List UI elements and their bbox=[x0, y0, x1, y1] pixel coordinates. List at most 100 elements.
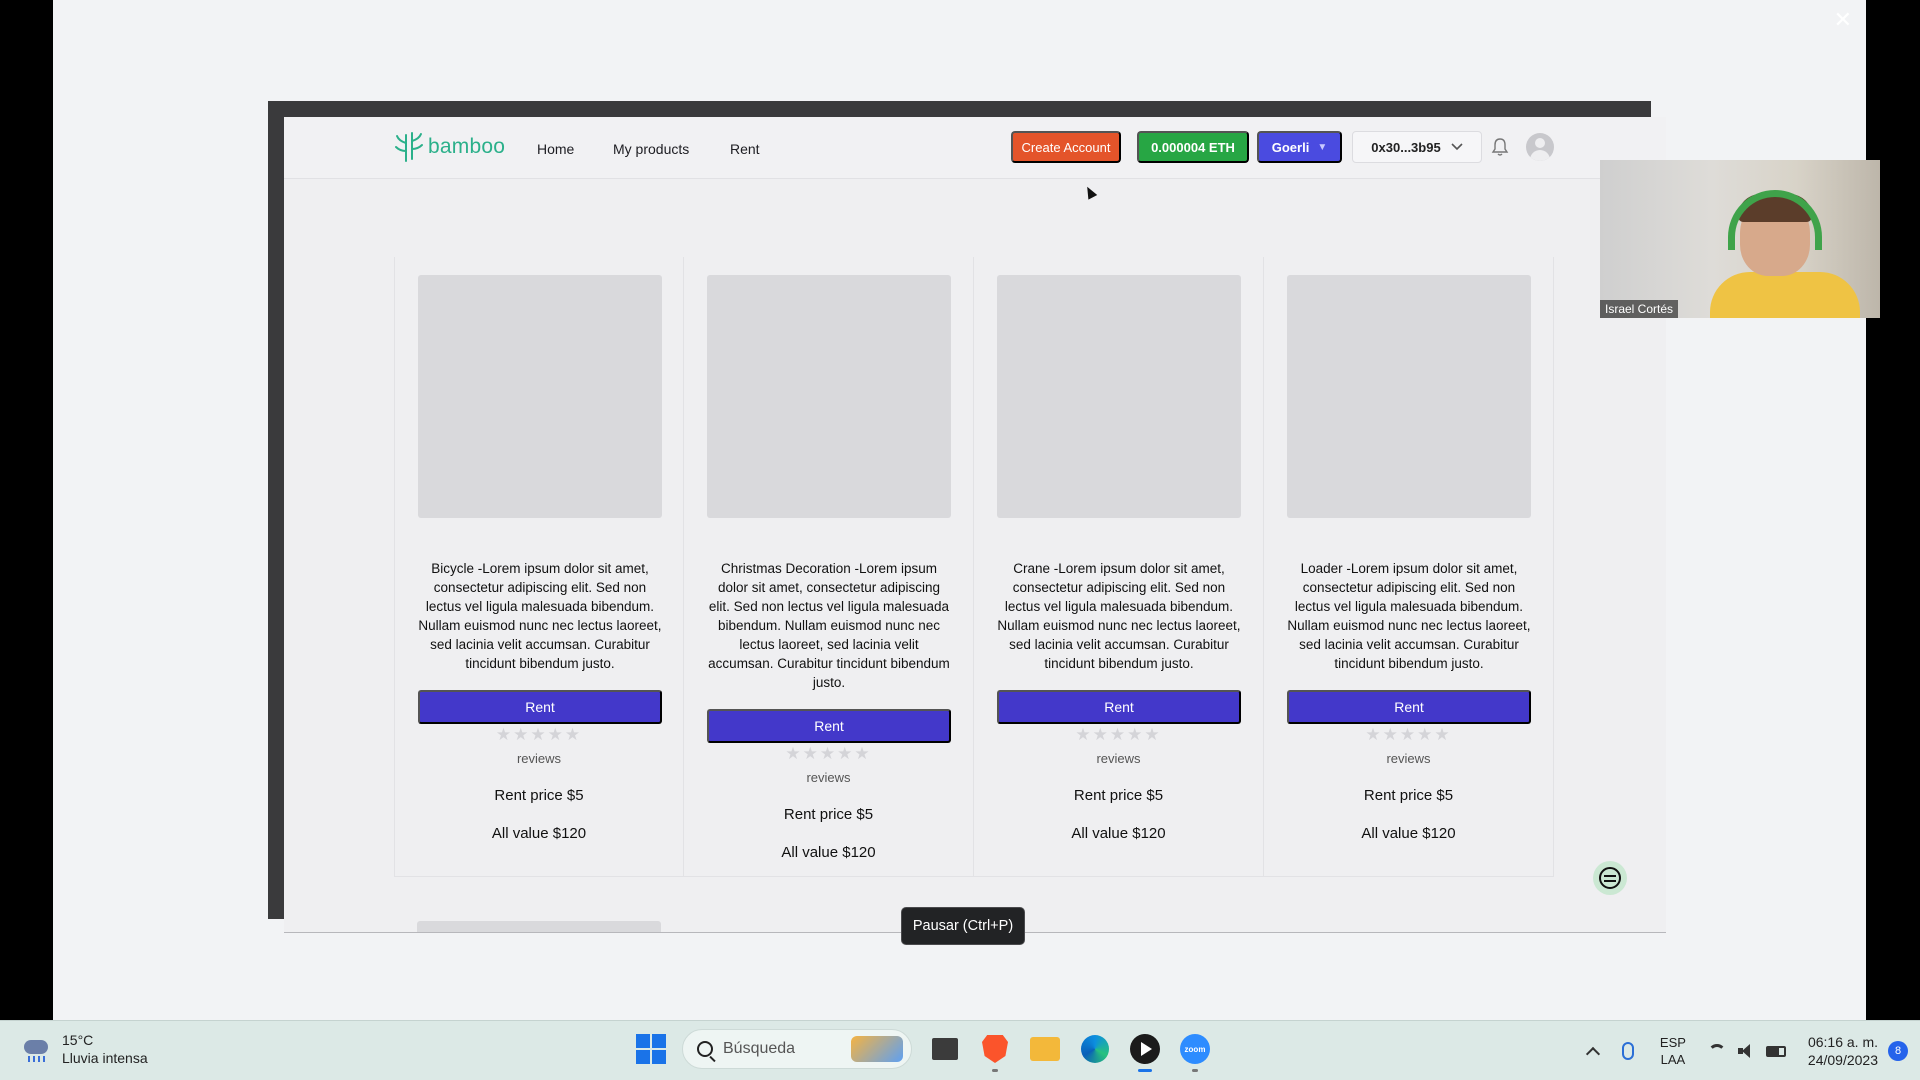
rent-button[interactable]: Rent bbox=[997, 690, 1241, 724]
folder-app[interactable] bbox=[1028, 1032, 1062, 1066]
create-account-button[interactable]: Create Account bbox=[1011, 131, 1121, 163]
language-indicator[interactable]: ESP LAA bbox=[1660, 1034, 1686, 1068]
rent-price: Rent price $5 bbox=[494, 787, 584, 804]
taskbar-search[interactable]: Búsqueda bbox=[682, 1029, 912, 1069]
reviews-label: reviews bbox=[806, 770, 851, 785]
product-image-placeholder[interactable] bbox=[997, 275, 1241, 518]
files-app[interactable] bbox=[928, 1032, 962, 1066]
nav-rent[interactable]: Rent bbox=[730, 141, 760, 157]
chevron-down-icon bbox=[1451, 143, 1463, 151]
weather-widget[interactable]: 15°C Lluvia intensa bbox=[20, 1031, 148, 1067]
notification-badge[interactable]: 8 bbox=[1888, 1041, 1908, 1061]
zoom-app[interactable]: zoom bbox=[1178, 1032, 1212, 1072]
weather-condition: Lluvia intensa bbox=[62, 1050, 148, 1066]
all-value: All value $120 bbox=[491, 825, 587, 842]
folder-icon bbox=[1030, 1037, 1060, 1061]
clock-date: 24/09/2023 bbox=[1807, 1052, 1878, 1068]
language-code: ESP bbox=[1659, 1035, 1686, 1050]
battery-icon bbox=[1765, 1045, 1786, 1057]
menu-circle-icon bbox=[1599, 867, 1621, 889]
chevron-up-icon[interactable] bbox=[1586, 1044, 1600, 1058]
video-viewer: bamboo Home My products Rent Create Acco… bbox=[53, 0, 1880, 1020]
star-rating[interactable]: ★★★★★ bbox=[684, 744, 973, 764]
reviews-label: reviews bbox=[1096, 751, 1141, 766]
product-description: Bicycle -Lorem ipsum dolor sit amet, con… bbox=[418, 561, 662, 671]
participant-video[interactable]: Israel Cortés bbox=[1600, 160, 1880, 318]
eth-balance-button[interactable]: 0.000004 ETH bbox=[1137, 131, 1249, 163]
reviews-label: reviews bbox=[1386, 751, 1431, 766]
screen-frame-top bbox=[268, 101, 1651, 117]
product-image-placeholder[interactable] bbox=[707, 275, 951, 518]
player-icon bbox=[1130, 1034, 1160, 1064]
rain-cloud-icon bbox=[20, 1034, 54, 1064]
headset-icon bbox=[1728, 190, 1822, 250]
logo-text: bamboo bbox=[428, 135, 506, 158]
system-tray: ESP LAA 06:16 a. m. 24/09/2023 8 bbox=[1586, 1021, 1920, 1080]
mouse-cursor bbox=[1082, 184, 1098, 200]
account-selector[interactable]: 0x30...3b95 bbox=[1352, 131, 1482, 163]
product-grid: Bicycle -Lorem ipsum dolor sit amet, con… bbox=[394, 257, 1554, 877]
clock-time: 06:16 a. m. bbox=[1807, 1034, 1878, 1050]
product-description: Crane -Lorem ipsum dolor sit amet, conse… bbox=[997, 561, 1241, 671]
microphone-icon[interactable] bbox=[1621, 1042, 1634, 1060]
nav-home[interactable]: Home bbox=[537, 141, 574, 157]
app-header: bamboo Home My products Rent Create Acco… bbox=[284, 117, 1666, 179]
shared-screen: bamboo Home My products Rent Create Acco… bbox=[284, 117, 1666, 933]
keyboard-layout: LAA bbox=[1660, 1052, 1686, 1067]
nav-my-products[interactable]: My products bbox=[613, 141, 689, 157]
pause-tooltip: Pausar (Ctrl+P) bbox=[901, 907, 1025, 945]
product-card: Loader -Lorem ipsum dolor sit amet, cons… bbox=[1264, 257, 1554, 877]
tray-status-icons[interactable] bbox=[1707, 1044, 1786, 1058]
search-highlight-icon bbox=[851, 1036, 903, 1062]
all-value: All value $120 bbox=[1071, 825, 1166, 842]
close-icon[interactable]: ✕ bbox=[1834, 8, 1852, 33]
network-selector[interactable]: Goerli ▼ bbox=[1257, 131, 1342, 163]
brave-icon bbox=[982, 1035, 1008, 1063]
rent-button[interactable]: Rent bbox=[418, 690, 662, 724]
user-avatar[interactable] bbox=[1526, 133, 1554, 161]
all-value: All value $120 bbox=[781, 844, 876, 861]
rent-price: Rent price $5 bbox=[783, 806, 874, 823]
chat-widget-button[interactable] bbox=[1593, 861, 1627, 895]
next-row-image-placeholder bbox=[417, 921, 661, 932]
bamboo-logo[interactable]: bamboo bbox=[394, 131, 505, 163]
clock[interactable]: 06:16 a. m. 24/09/2023 bbox=[1808, 1033, 1878, 1069]
chevron-down-icon: ▼ bbox=[1317, 141, 1328, 153]
bamboo-logo-icon bbox=[395, 132, 423, 162]
participant-name: Israel Cortés bbox=[1600, 300, 1679, 318]
temperature: 15°C bbox=[62, 1032, 94, 1048]
search-icon bbox=[697, 1041, 713, 1057]
windows-start-icon[interactable] bbox=[636, 1034, 666, 1064]
product-image-placeholder[interactable] bbox=[1287, 275, 1531, 518]
wifi-icon bbox=[1707, 1044, 1726, 1058]
rent-price: Rent price $5 bbox=[1363, 787, 1454, 804]
volume-icon bbox=[1737, 1044, 1754, 1058]
brave-app[interactable] bbox=[978, 1032, 1012, 1072]
account-address: 0x30...3b95 bbox=[1371, 139, 1441, 155]
product-description: Loader -Lorem ipsum dolor sit amet, cons… bbox=[1287, 561, 1531, 671]
product-image-placeholder[interactable] bbox=[418, 275, 662, 518]
edge-app[interactable] bbox=[1078, 1032, 1112, 1066]
rent-button[interactable]: Rent bbox=[707, 709, 951, 743]
participant-body bbox=[1710, 272, 1860, 318]
player-app[interactable] bbox=[1128, 1032, 1162, 1072]
rent-price: Rent price $5 bbox=[1073, 787, 1164, 804]
product-description: Christmas Decoration -Lorem ipsum dolor … bbox=[708, 561, 950, 690]
zoom-icon: zoom bbox=[1180, 1034, 1210, 1064]
files-icon bbox=[932, 1038, 958, 1060]
star-rating[interactable]: ★★★★★ bbox=[395, 725, 683, 745]
product-card: Bicycle -Lorem ipsum dolor sit amet, con… bbox=[394, 257, 684, 877]
reviews-label: reviews bbox=[516, 751, 562, 766]
product-card: Christmas Decoration -Lorem ipsum dolor … bbox=[684, 257, 974, 877]
search-placeholder: Búsqueda bbox=[723, 1040, 796, 1057]
edge-icon bbox=[1081, 1035, 1109, 1063]
bell-icon[interactable] bbox=[1490, 137, 1510, 157]
screen-frame-left bbox=[268, 101, 284, 919]
product-card: Crane -Lorem ipsum dolor sit amet, conse… bbox=[974, 257, 1264, 877]
network-label: Goerli bbox=[1271, 139, 1310, 155]
star-rating[interactable]: ★★★★★ bbox=[1264, 725, 1553, 745]
taskbar-apps: Búsqueda zoom bbox=[636, 1029, 1212, 1072]
all-value: All value $120 bbox=[1361, 825, 1456, 842]
star-rating[interactable]: ★★★★★ bbox=[974, 725, 1263, 745]
rent-button[interactable]: Rent bbox=[1287, 690, 1531, 724]
